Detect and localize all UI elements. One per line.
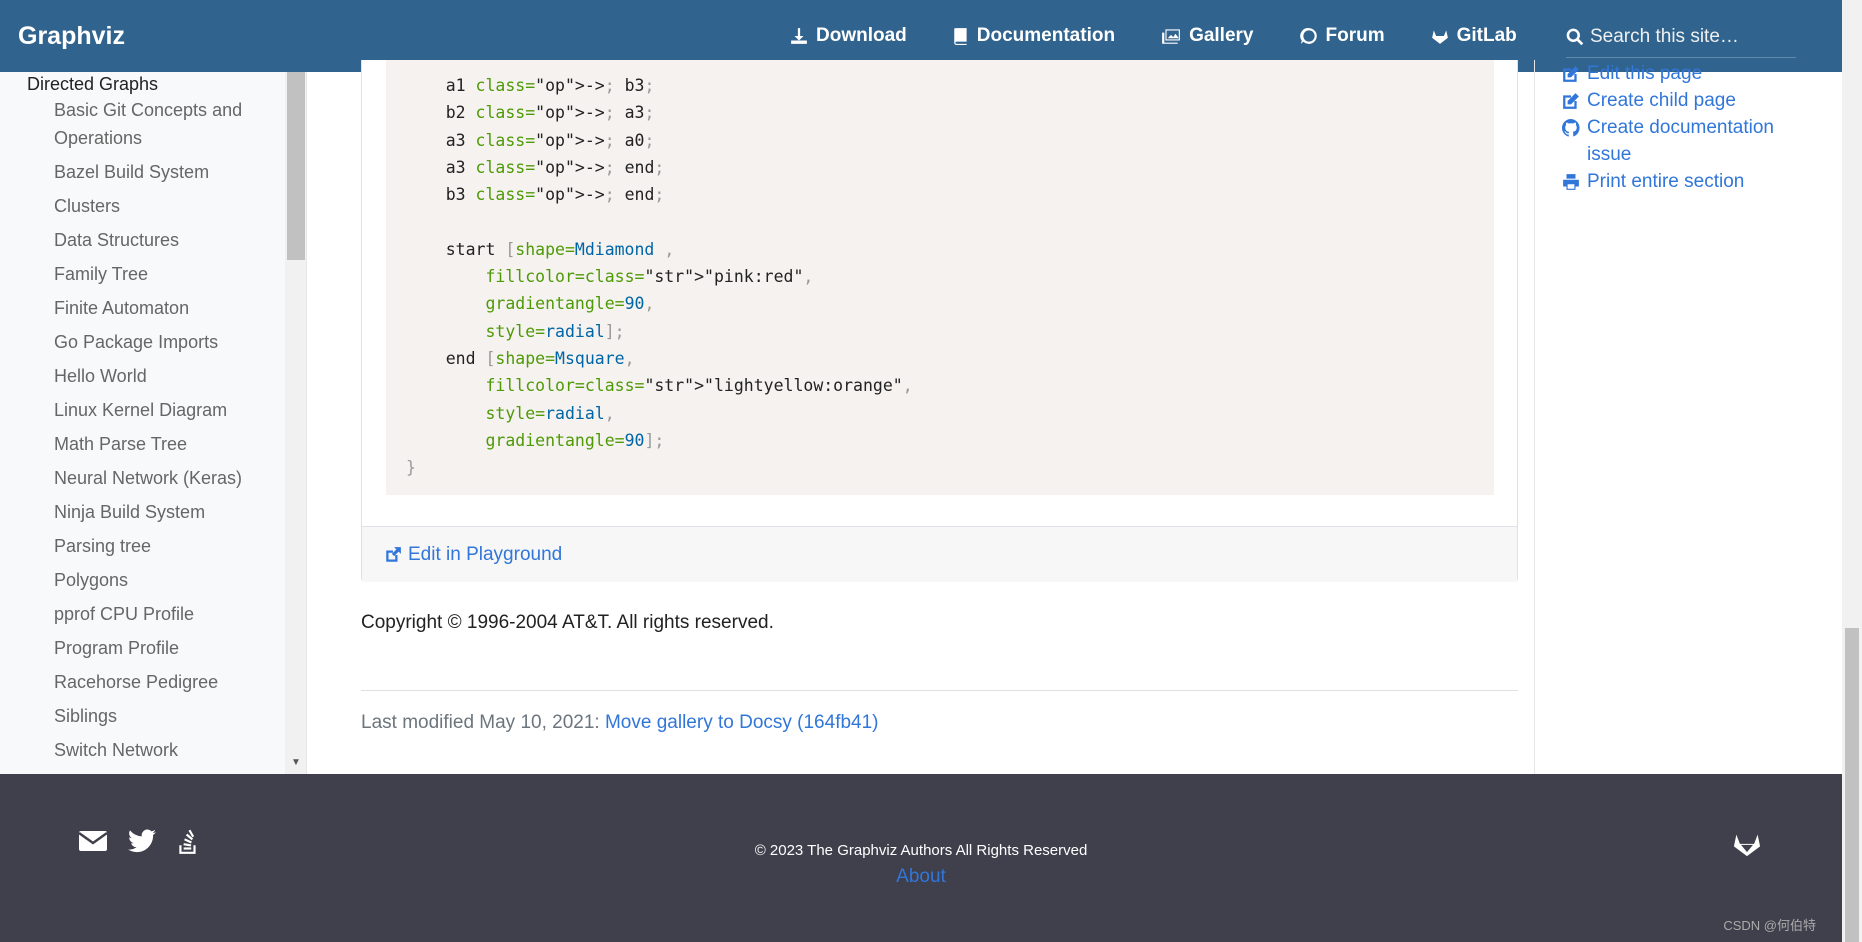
right-sidebar: Edit this page Create child page Create … <box>1534 60 1842 774</box>
last-modified-prefix: Last modified May 10, 2021: <box>361 712 605 733</box>
github-icon <box>1562 119 1580 137</box>
code-line: b3 class="op">->; end; <box>406 185 665 205</box>
sidebar-item-math-parse-tree[interactable]: Math Parse Tree <box>54 430 284 458</box>
card-footer: Edit in Playground <box>362 526 1517 582</box>
sidebar-item-family-tree[interactable]: Family Tree <box>54 260 284 288</box>
gitlab-icon <box>1431 30 1448 44</box>
sidebar-item-neural-network[interactable]: Neural Network (Keras) <box>54 464 284 492</box>
divider <box>361 690 1518 691</box>
page-scrollbar-thumb[interactable] <box>1845 628 1859 942</box>
edit-this-page-link[interactable]: Edit this page <box>1562 60 1822 87</box>
nav-gallery[interactable]: Gallery <box>1161 25 1254 47</box>
sidebar-section-directed-graphs[interactable]: Directed Graphs <box>27 72 158 96</box>
brand-logo[interactable]: Graphviz <box>18 22 125 51</box>
edit-in-playground-link[interactable]: Edit in Playground <box>384 544 562 566</box>
code-line: gradientangle=90, <box>485 294 655 314</box>
edit-icon <box>1563 66 1579 82</box>
create-child-page-label: Create child page <box>1587 90 1736 111</box>
sidebar-item-polygons[interactable]: Polygons <box>54 566 284 594</box>
code-line: style=radial]; <box>485 321 625 341</box>
page-copyright: Copyright © 1996-2004 AT&T. All rights r… <box>361 612 774 633</box>
code-line: a3 class="op">->; a0; <box>406 130 655 150</box>
book-icon <box>954 28 967 45</box>
nav-download[interactable]: Download <box>790 25 907 47</box>
sidebar-scrollbar-thumb[interactable] <box>287 72 305 260</box>
sidebar-item-ninja-build-system[interactable]: Ninja Build System <box>54 498 284 526</box>
sidebar-item-linux-kernel-diagram[interactable]: Linux Kernel Diagram <box>54 396 284 424</box>
left-sidebar: Directed Graphs Basic Git Concepts and O… <box>0 72 307 774</box>
site-footer: © 2023 The Graphviz Authors All Rights R… <box>0 774 1842 942</box>
code-line: start [shape=Mdiamond , <box>406 239 675 259</box>
sidebar-list: Basic Git Concepts and Operations Bazel … <box>54 96 284 770</box>
code-line: end [shape=Msquare, <box>406 348 635 368</box>
nav-download-label: Download <box>816 25 907 46</box>
sidebar-item-go-package-imports[interactable]: Go Package Imports <box>54 328 284 356</box>
print-icon <box>1563 174 1579 190</box>
code-card: a1 class="op">->; b3; b2 class="op">->; … <box>361 60 1518 582</box>
download-icon <box>791 28 807 44</box>
last-modified-commit-link[interactable]: Move gallery to Docsy (164fb41) <box>605 712 879 733</box>
code-line: fillcolor=class="str">"pink:red", <box>485 267 814 287</box>
sidebar-item-hello-world[interactable]: Hello World <box>54 362 284 390</box>
sidebar-item-finite-automaton[interactable]: Finite Automaton <box>54 294 284 322</box>
create-child-page-link[interactable]: Create child page <box>1562 87 1822 114</box>
sidebar-item-program-profile[interactable]: Program Profile <box>54 634 284 662</box>
print-entire-section-link[interactable]: Print entire section <box>1562 168 1822 195</box>
nav-gallery-label: Gallery <box>1189 25 1254 46</box>
edit-this-page-label: Edit this page <box>1587 63 1703 84</box>
last-modified: Last modified May 10, 2021: Move gallery… <box>361 712 879 734</box>
code-line: fillcolor=class="str">"lightyellow:orang… <box>485 376 913 396</box>
footer-copyright: © 2023 The Graphviz Authors All Rights R… <box>754 842 1088 859</box>
code-line: a3 class="op">->; end; <box>406 157 665 177</box>
print-entire-section-label: Print entire section <box>1587 171 1745 192</box>
code-line: b2 class="op">->; a3; <box>406 103 655 123</box>
code-line: a1 class="op">->; b3; <box>406 76 655 95</box>
footer-about: About <box>0 866 1842 888</box>
sidebar-item-switch-network[interactable]: Switch Network <box>54 736 284 764</box>
code-block: a1 class="op">->; b3; b2 class="op">->; … <box>386 60 1494 495</box>
sidebar-item-pprof-cpu-profile[interactable]: pprof CPU Profile <box>54 600 284 628</box>
edit-in-playground-label: Edit in Playground <box>408 543 563 565</box>
nav-forum-label: Forum <box>1325 25 1385 46</box>
edit-icon <box>1563 93 1579 109</box>
comment-icon <box>1299 28 1317 44</box>
code-line: } <box>406 458 416 478</box>
sidebar-item-bazel-build-system[interactable]: Bazel Build System <box>54 158 284 186</box>
create-documentation-issue-label: Create documentation issue <box>1587 117 1774 165</box>
gitlab-footer-icon[interactable] <box>1732 829 1762 862</box>
nav-documentation[interactable]: Documentation <box>953 25 1115 47</box>
code-line: style=radial, <box>485 403 615 423</box>
sidebar-item-basic-git-concepts[interactable]: Basic Git Concepts and Operations <box>54 96 284 152</box>
search-icon <box>1566 28 1584 45</box>
about-link[interactable]: About <box>896 866 946 887</box>
sidebar-item-racehorse-pedigree[interactable]: Racehorse Pedigree <box>54 668 284 696</box>
create-documentation-issue-link[interactable]: Create documentation issue <box>1562 114 1822 168</box>
code-line: gradientangle=90]; <box>485 430 665 450</box>
sidebar-item-clusters[interactable]: Clusters <box>54 192 284 220</box>
nav-gitlab[interactable]: GitLab <box>1431 25 1517 47</box>
page-scrollbar[interactable] <box>1842 0 1862 942</box>
nav-forum[interactable]: Forum <box>1299 25 1385 47</box>
search-box[interactable] <box>1566 16 1796 58</box>
sidebar-scrollbar[interactable]: ▼ <box>285 72 306 774</box>
search-input[interactable] <box>1590 25 1790 48</box>
watermark: CSDN @何伯特 <box>1723 918 1816 933</box>
nav-documentation-label: Documentation <box>976 25 1116 46</box>
external-link-icon <box>386 546 401 562</box>
scroll-down-arrow-icon[interactable]: ▼ <box>291 757 301 768</box>
sidebar-item-parsing-tree[interactable]: Parsing tree <box>54 532 284 560</box>
sidebar-item-siblings[interactable]: Siblings <box>54 702 284 730</box>
page-meta-links: Edit this page Create child page Create … <box>1562 60 1822 195</box>
sidebar-item-data-structures[interactable]: Data Structures <box>54 226 284 254</box>
nav-gitlab-label: GitLab <box>1456 25 1517 46</box>
images-icon <box>1162 29 1180 44</box>
